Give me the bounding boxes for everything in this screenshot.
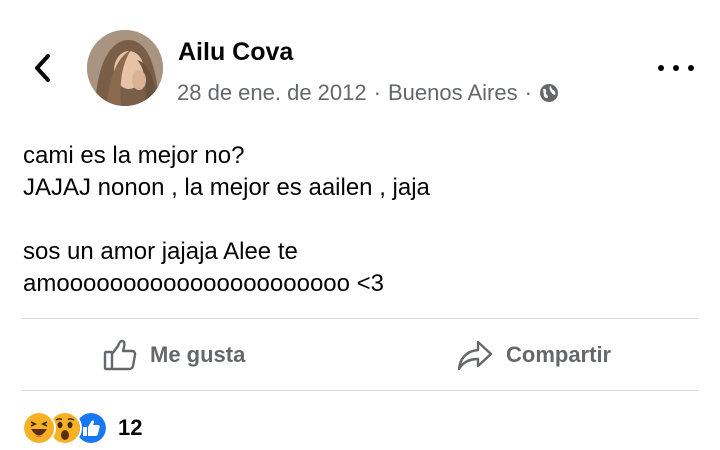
more-dot-icon bbox=[658, 65, 664, 71]
more-dot-icon bbox=[673, 65, 679, 71]
meta-separator: · bbox=[373, 80, 381, 105]
post-meta: 28 de ene. de 2012 · Buenos Aires · bbox=[177, 80, 559, 106]
post-text-line bbox=[23, 204, 703, 236]
more-dot-icon bbox=[688, 65, 694, 71]
like-button[interactable]: Me gusta bbox=[102, 334, 245, 376]
thumbs-up-icon bbox=[103, 339, 137, 371]
like-label: Me gusta bbox=[150, 342, 246, 367]
share-label: Compartir bbox=[506, 342, 612, 367]
share-arrow-icon bbox=[457, 340, 493, 371]
divider bbox=[22, 318, 698, 319]
haha-reaction-icon bbox=[22, 411, 56, 445]
back-button[interactable] bbox=[28, 50, 58, 86]
post-text-line: cami es la mejor no? bbox=[23, 142, 245, 169]
divider bbox=[22, 390, 698, 391]
post-body: cami es la mejor no? JAJAJ nonon , la me… bbox=[23, 140, 703, 300]
reactions-summary[interactable]: 12 bbox=[22, 410, 142, 446]
share-button[interactable]: Compartir bbox=[456, 334, 611, 376]
post-text-line: JAJAJ nonon , la mejor es aailen , jaja bbox=[23, 174, 430, 201]
meta-separator: · bbox=[524, 80, 532, 105]
more-options-button[interactable] bbox=[658, 56, 694, 80]
post-date[interactable]: 28 de ene. de 2012 bbox=[177, 80, 367, 106]
author-name[interactable]: Ailu Cova bbox=[178, 38, 293, 67]
post-text-line: amoooooooooooooooooooooo <3 bbox=[23, 270, 385, 297]
avatar[interactable] bbox=[87, 30, 163, 106]
globe-icon bbox=[539, 84, 558, 102]
chevron-left-icon bbox=[35, 54, 50, 82]
post-text-line: sos un amor jajaja Alee te bbox=[23, 238, 298, 265]
post-location[interactable]: Buenos Aires bbox=[388, 80, 518, 106]
avatar-photo bbox=[87, 30, 163, 106]
reaction-count: 12 bbox=[118, 415, 143, 440]
